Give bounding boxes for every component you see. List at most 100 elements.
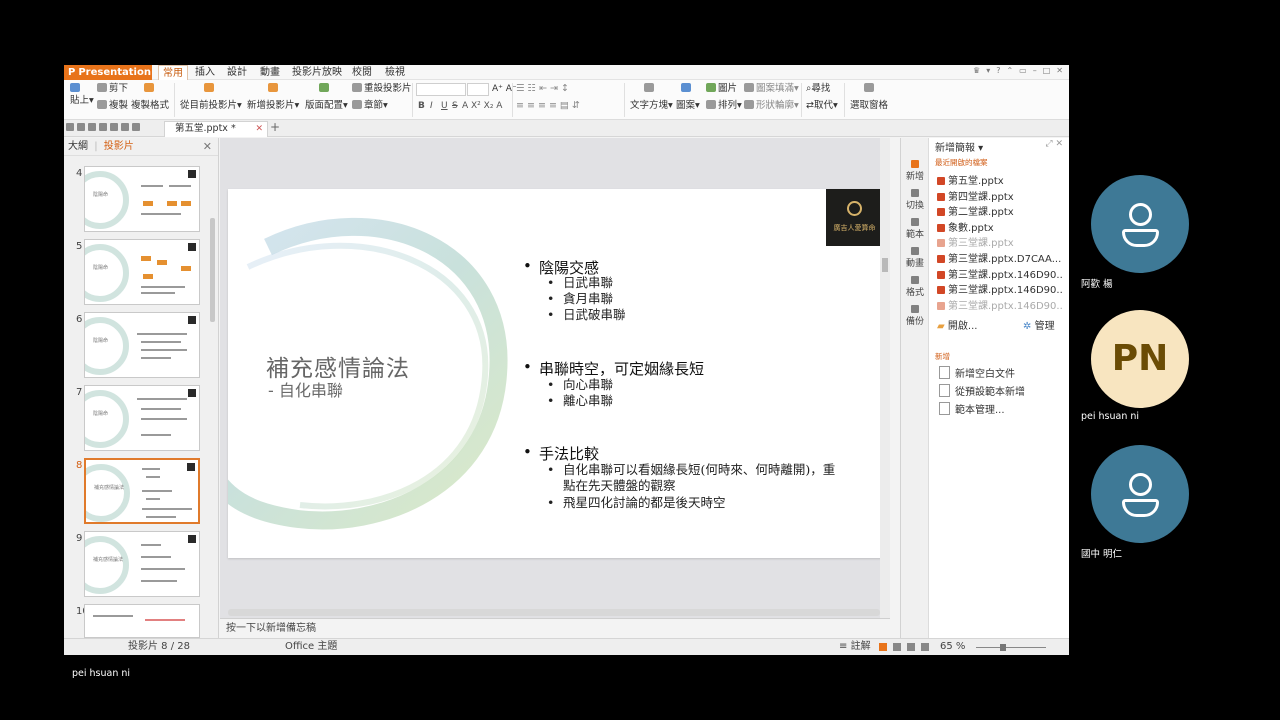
new-slide-button[interactable]: 新增投影片▾	[247, 100, 299, 112]
strikethrough-button[interactable]: S	[452, 101, 458, 111]
bullet-item[interactable]: 日武破串聯	[547, 307, 625, 323]
task-new-button[interactable]: 新增	[903, 160, 927, 182]
notes-placeholder[interactable]: 按一下以新增備忘稿	[220, 618, 890, 638]
new-from-template[interactable]: 從預設範本新增	[939, 383, 1025, 398]
restore-icon[interactable]: ▭	[1019, 66, 1027, 79]
layout-button[interactable]: 版面配置▾	[305, 100, 348, 112]
normal-view-icon[interactable]	[879, 643, 887, 651]
slideshow-view-icon[interactable]	[921, 643, 929, 651]
bullet-item[interactable]: 飛星四化討論的都是後天時空	[547, 495, 725, 511]
format-painter-button[interactable]: 複製格式	[131, 100, 169, 112]
list-icons[interactable]: ☰ ☷ ⇤ ⇥ ↕	[516, 83, 569, 95]
find-button[interactable]: ⌕尋找	[806, 83, 830, 95]
tab-animation[interactable]: 動畫	[257, 65, 283, 80]
minimize-ribbon-icon[interactable]: ⌃	[1006, 66, 1013, 79]
document-tab[interactable]: 第五堂.pptx * ✕	[164, 121, 268, 137]
bullet-heading[interactable]: 手法比較	[523, 443, 599, 464]
slide-thumbnail[interactable]: 陰陽命	[84, 312, 200, 378]
pin-icon[interactable]: ▾	[986, 66, 990, 79]
replace-button[interactable]: ⇄取代▾	[806, 100, 838, 112]
copy-button[interactable]: 複製	[97, 100, 128, 112]
bullet-item[interactable]: 自化串聯可以看姻緣長短(何時來、何時離開)，重	[547, 462, 835, 478]
open-icon[interactable]	[66, 123, 74, 131]
zoom-slider-knob[interactable]	[1000, 644, 1006, 651]
slide-canvas[interactable]: 補充感情論法 - 自化串聯 廣吉人愛算命 陰陽交感 日武串聯 貪月串聯 日武破串…	[228, 189, 882, 558]
reset-slide-button[interactable]: 重設投影片	[352, 83, 412, 95]
tab-home[interactable]: 常用	[158, 65, 188, 80]
thumbnail-scrollbar[interactable]	[210, 218, 215, 322]
slide-subtitle[interactable]: - 自化串聯	[268, 377, 343, 401]
align-icons[interactable]: ≡ ≡ ≡ ≡ ▤ ⇵	[516, 100, 580, 112]
recent-file[interactable]: 第三堂課.pptx	[937, 234, 1063, 249]
bullet-item-continuation[interactable]: 點在先天體盤的觀察	[563, 478, 676, 494]
tab-design[interactable]: 設計	[224, 65, 250, 80]
recent-file[interactable]: 第三堂課.pptx.146D90...	[937, 266, 1063, 281]
slide-thumbnail[interactable]	[84, 604, 200, 638]
arrange-button[interactable]: 排列▾	[706, 100, 742, 112]
from-current-slide-button[interactable]: 從目前投影片▾	[180, 100, 242, 112]
task-pane-title[interactable]: 新增簡報 ▾	[935, 139, 983, 154]
new-blank-document[interactable]: 新增空白文件	[939, 365, 1015, 380]
paste-button[interactable]: 貼上▾	[70, 83, 94, 107]
recent-file[interactable]: 第三堂課.pptx.D7CAA...	[937, 250, 1063, 265]
shapes-button[interactable]: 圖案▾	[676, 100, 700, 112]
slide-thumbnail-current[interactable]: 補充感情論法	[84, 458, 200, 524]
recent-file[interactable]: 第二堂課.pptx	[937, 203, 1063, 218]
picture-button[interactable]: 圖片	[706, 83, 737, 95]
skin-icon[interactable]: ♛	[973, 66, 980, 79]
select-pane-button[interactable]: 選取窗格	[850, 100, 888, 112]
tab-slideshow[interactable]: 投影片放映	[291, 65, 343, 80]
slide-thumbnail[interactable]: 陰陽命	[84, 166, 200, 232]
save-icon[interactable]	[77, 123, 85, 131]
redo-icon[interactable]	[132, 123, 140, 131]
task-pane-controls[interactable]: ⤢ ✕	[1045, 139, 1063, 149]
close-panel-icon[interactable]: ✕	[203, 140, 212, 153]
bullet-item[interactable]: 離心串聯	[547, 393, 613, 409]
print-icon[interactable]	[88, 123, 96, 131]
zoom-slider[interactable]	[976, 644, 1046, 651]
section-button[interactable]: 章節▾	[352, 100, 388, 112]
slide-thumbnail[interactable]: 陰陽命	[84, 385, 200, 451]
tab-insert[interactable]: 插入	[192, 65, 218, 80]
editor-horizontal-scrollbar[interactable]	[228, 609, 880, 616]
font-name-field[interactable]	[416, 83, 466, 96]
recent-file[interactable]: 第五堂.pptx	[937, 172, 1063, 187]
preview-icon[interactable]	[99, 123, 107, 131]
minimize-icon[interactable]: –	[1033, 66, 1037, 79]
maximize-icon[interactable]: □	[1043, 66, 1051, 79]
slide-thumbnail[interactable]: 補充感情論法	[84, 531, 200, 597]
tab-view[interactable]: 檢視	[382, 65, 408, 80]
recent-file[interactable]: 第四堂課.pptx	[937, 188, 1063, 203]
cut-button[interactable]: 剪下	[97, 83, 128, 95]
task-format-button[interactable]: 格式	[903, 276, 927, 298]
bullet-item[interactable]: 貪月串聯	[547, 291, 613, 307]
close-tab-icon[interactable]: ✕	[255, 122, 263, 136]
manage-link[interactable]: ✲ 管理	[1023, 317, 1055, 332]
tab-outline[interactable]: 大綱	[68, 141, 88, 152]
app-menu-button[interactable]: PPresentation ▾	[64, 65, 152, 93]
font-size-field[interactable]	[467, 83, 489, 96]
undo-icon[interactable]	[121, 123, 129, 131]
template-manager[interactable]: 範本管理...	[939, 401, 1005, 416]
help-icon[interactable]: ?	[996, 66, 1000, 79]
task-animation-button[interactable]: 動畫	[903, 247, 927, 269]
slide-thumbnail[interactable]: 陰陽命	[84, 239, 200, 305]
italic-button[interactable]: I	[430, 101, 433, 111]
new-tab-button[interactable]: +	[270, 120, 280, 134]
bullet-heading[interactable]: 串聯時空，可定姻緣長短	[523, 358, 704, 379]
shape-outline-button[interactable]: 形狀輪廓▾	[744, 100, 799, 112]
editor-vertical-scrollbar[interactable]	[880, 138, 890, 618]
reading-view-icon[interactable]	[907, 643, 915, 651]
task-switch-button[interactable]: 切換	[903, 189, 927, 211]
sorter-view-icon[interactable]	[893, 643, 901, 651]
task-backup-button[interactable]: 備份	[903, 305, 927, 327]
bullet-item[interactable]: 日武串聯	[547, 275, 613, 291]
shape-fill-button[interactable]: 圖案填滿▾	[744, 83, 799, 95]
tab-slides[interactable]: 投影片	[104, 141, 134, 152]
text-effects-icon[interactable]: A X² X₂ A	[462, 101, 502, 111]
bullet-item[interactable]: 向心串聯	[547, 377, 613, 393]
tab-review[interactable]: 校閱	[349, 65, 375, 80]
close-icon[interactable]: ✕	[1056, 66, 1063, 79]
recent-file[interactable]: 象數.pptx	[937, 219, 1063, 234]
text-box-button[interactable]: 文字方塊▾	[630, 100, 673, 112]
